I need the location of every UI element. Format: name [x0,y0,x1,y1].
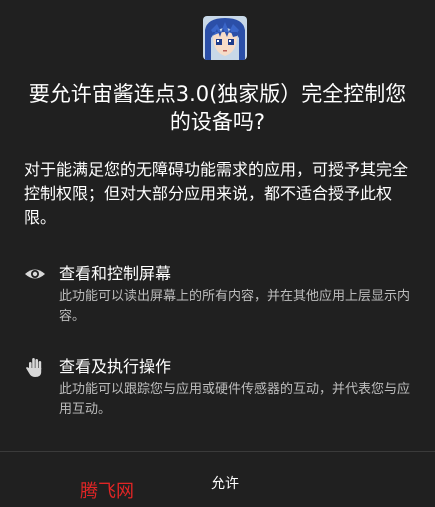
accessibility-permission-dialog: 要允许宙酱连点3.0(独家版）完全控制您的设备吗? 对于能满足您的无障碍功能需求… [0,0,435,507]
watermark: 腾飞网 [80,481,134,502]
permission-title: 查看及执行操作 [59,357,172,376]
hand-icon [24,356,46,378]
divider [0,451,435,452]
eye-icon [24,263,46,285]
permission-title: 查看和控制屏幕 [59,264,172,283]
dialog-description: 对于能满足您的无障碍功能需求的应用，可授予其完全控制权限；但对大部分应用来说，都… [24,160,409,227]
allow-button[interactable]: 允许 [180,468,270,500]
permission-description: 此功能可以读出屏幕上的所有内容，并在其他应用上层显示内容。 [59,289,411,324]
permission-description: 此功能可以跟踪您与应用或硬件传感器的互动，并代表您与应用互动。 [59,382,411,417]
anime-avatar-icon [203,16,247,60]
dialog-title: 要允许宙酱连点3.0(独家版）完全控制您的设备吗? [28,82,407,134]
